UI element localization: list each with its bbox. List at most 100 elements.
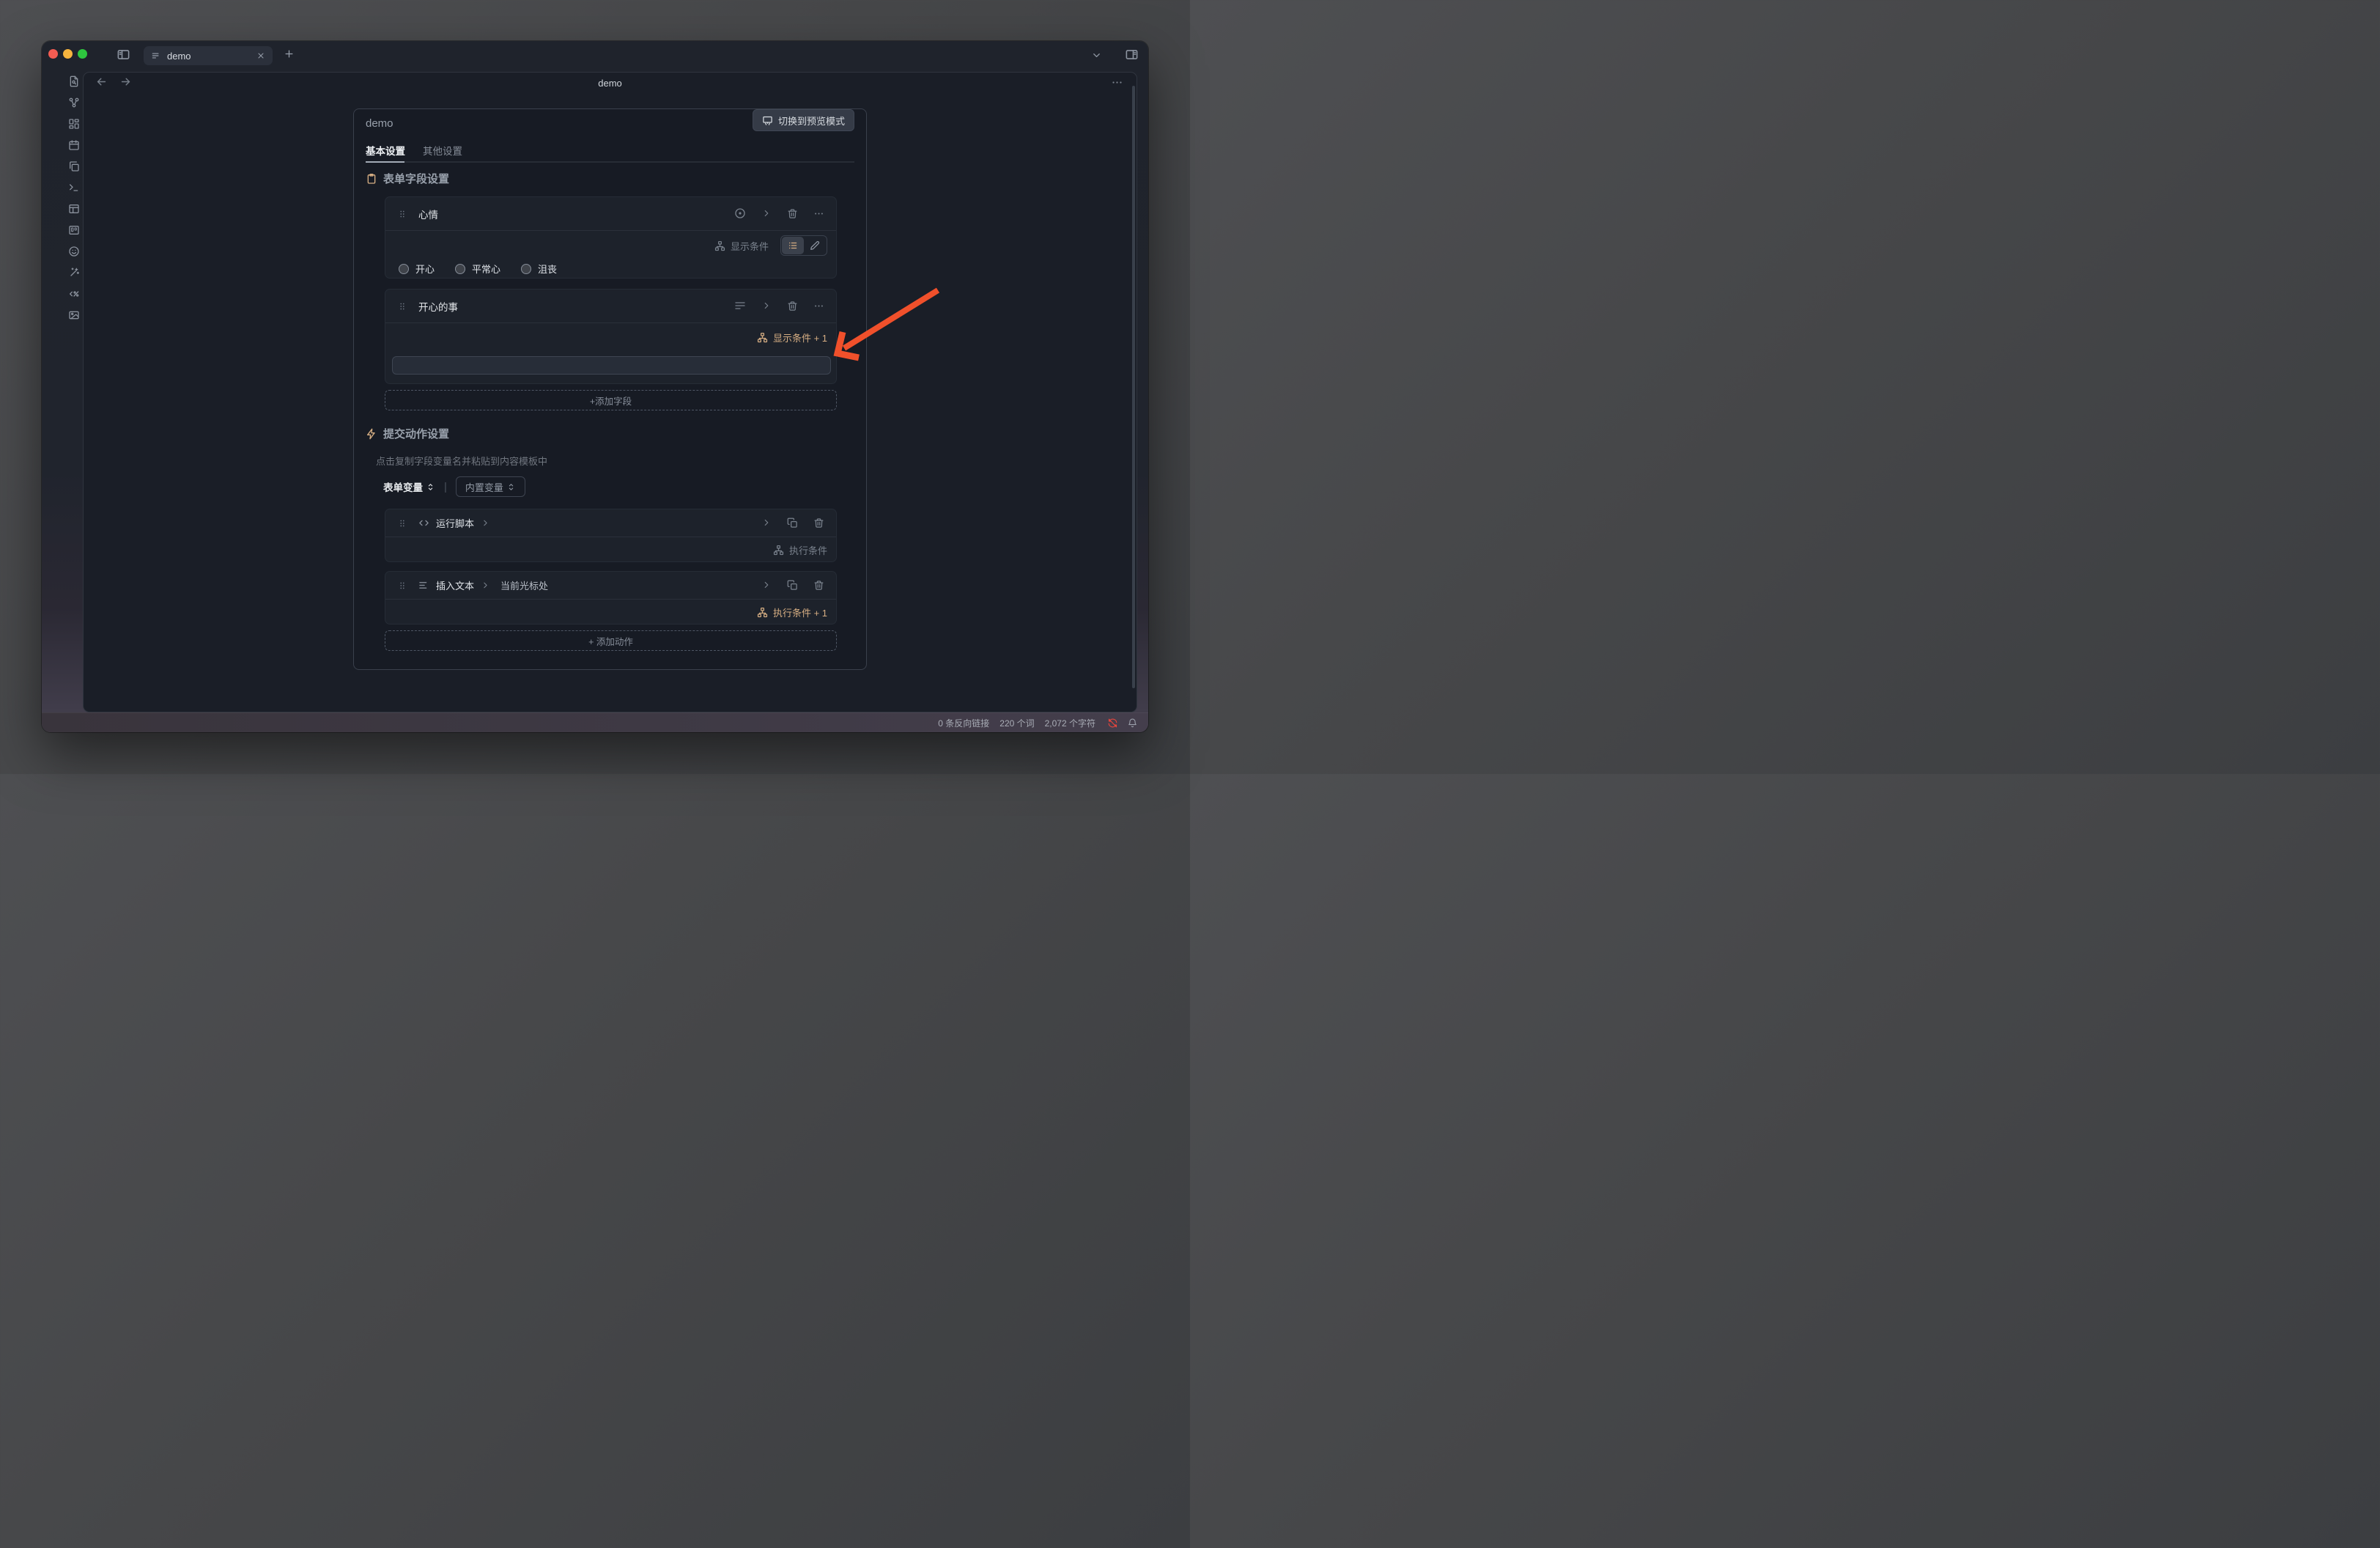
calendar-icon[interactable] [64, 134, 85, 155]
fields-section-header: 表单字段设置 [366, 171, 449, 186]
delete-field-icon[interactable] [787, 207, 798, 221]
terminal-icon[interactable] [64, 177, 85, 198]
magic-wand-icon[interactable] [64, 262, 85, 283]
drag-handle-icon[interactable] [397, 209, 407, 219]
field-card-mood: 心情 显示条件 [385, 196, 837, 279]
chevron-right-icon[interactable] [481, 580, 490, 590]
execute-condition-label[interactable]: 执行条件 [789, 543, 827, 557]
form-variables-dropdown[interactable]: 表单变量 [383, 479, 435, 494]
condition-tree-icon [714, 240, 725, 251]
condition-mode-toggle [780, 235, 827, 256]
actions-section-header: 提交动作设置 [366, 426, 449, 441]
action-label[interactable]: 运行脚本 [436, 516, 474, 530]
expand-field-icon[interactable] [761, 207, 772, 221]
monitor-icon [762, 115, 773, 126]
action-card-run-script: 运行脚本 执行条件 [385, 509, 837, 562]
toggle-right-sidebar-icon[interactable] [1125, 48, 1139, 62]
duplicate-action-icon[interactable] [787, 517, 798, 530]
tab-demo[interactable]: demo [144, 46, 273, 65]
ribbon [42, 70, 83, 325]
condition-tree-icon [773, 545, 784, 556]
chevrons-up-down-icon [506, 482, 516, 492]
file-search-icon[interactable] [64, 70, 85, 92]
radio-option-normal[interactable]: 平常心 [455, 262, 500, 276]
toggle-left-sidebar-icon[interactable] [117, 48, 130, 62]
list-mode-icon[interactable] [782, 237, 804, 254]
condition-tree-icon [757, 332, 768, 343]
separator: | [444, 481, 447, 493]
field-more-icon[interactable] [813, 207, 824, 221]
tabs-divider [366, 161, 854, 163]
field-default-value-input[interactable] [392, 356, 831, 375]
variables-row: 表单变量 | 内置变量 [383, 476, 525, 497]
delete-action-icon[interactable] [813, 579, 824, 592]
kanban-board-icon[interactable] [64, 219, 85, 240]
status-bar: 0 条反向链接 220 个词 2,072 个字符 [42, 712, 1148, 732]
field-more-icon[interactable] [813, 300, 824, 313]
expand-action-icon[interactable] [761, 517, 772, 530]
layout-dashboard-icon[interactable] [64, 113, 85, 134]
action-label[interactable]: 插入文本 [436, 578, 474, 592]
action-card-insert-text: 插入文本 当前光标处 执行条件 + 1 [385, 571, 837, 624]
delete-field-icon[interactable] [787, 300, 798, 313]
chevron-right-icon[interactable] [481, 518, 490, 528]
radio-icon[interactable] [399, 264, 409, 274]
radio-option-happy[interactable]: 开心 [399, 262, 435, 276]
lightning-icon [366, 428, 377, 440]
field-type-textarea-icon[interactable] [734, 300, 746, 313]
field-type-radio-icon[interactable] [734, 207, 746, 221]
drag-handle-icon[interactable] [397, 580, 407, 591]
layout-panels-icon[interactable] [64, 198, 85, 219]
display-condition-label[interactable]: 显示条件 [731, 239, 769, 253]
radio-option-sad[interactable]: 沮丧 [521, 262, 557, 276]
clipboard-icon [366, 173, 377, 185]
duplicate-action-icon[interactable] [787, 579, 798, 592]
copy-variable-hint: 点击复制字段变量名并粘贴到内容模板中 [376, 454, 547, 468]
active-tab-indicator [366, 161, 404, 163]
add-field-button[interactable]: +添加字段 [385, 390, 837, 410]
insert-target-label[interactable]: 当前光标处 [500, 578, 548, 592]
close-window-button[interactable] [48, 49, 58, 59]
delete-action-icon[interactable] [813, 517, 824, 530]
condition-tree-icon [757, 607, 768, 618]
execute-condition-count-label[interactable]: 执行条件 + 1 [773, 605, 827, 619]
expand-field-icon[interactable] [761, 300, 772, 313]
form-card: demo 切换到预览模式 基本设置 其他设置 表单字段设置 心情 [353, 108, 867, 670]
tab-other-settings[interactable]: 其他设置 [423, 143, 462, 158]
backlinks-count: 0 条反向链接 [938, 717, 989, 729]
radio-icon[interactable] [455, 264, 465, 274]
share-nodes-icon[interactable] [64, 92, 85, 113]
template-percent-icon[interactable] [64, 283, 85, 304]
vertical-scrollbar[interactable] [1132, 86, 1135, 688]
switch-preview-mode-button[interactable]: 切换到预览模式 [753, 109, 854, 131]
tab-close-icon[interactable] [256, 51, 265, 60]
pane-header: demo [84, 73, 1137, 95]
sync-disabled-icon[interactable] [1107, 717, 1118, 728]
add-action-button[interactable]: + 添加动作 [385, 630, 837, 651]
pane-title: demo [84, 78, 1137, 89]
copy-files-icon[interactable] [64, 155, 85, 177]
new-tab-button[interactable] [284, 48, 295, 61]
bell-icon[interactable] [1127, 717, 1138, 728]
zoom-window-button[interactable] [78, 49, 87, 59]
display-condition-count-label[interactable]: 显示条件 + 1 [773, 331, 827, 344]
tab-list-chevron-icon[interactable] [1091, 49, 1102, 62]
minimize-window-button[interactable] [63, 49, 73, 59]
edit-mode-icon[interactable] [804, 237, 826, 254]
titlebar: demo [42, 41, 1148, 70]
tab-label: demo [167, 51, 191, 62]
builtin-variables-dropdown[interactable]: 内置变量 [456, 476, 525, 497]
tab-basic-settings[interactable]: 基本设置 [366, 143, 405, 158]
note-list-icon [151, 51, 161, 61]
smile-icon[interactable] [64, 240, 85, 262]
image-icon[interactable] [64, 304, 85, 325]
drag-handle-icon[interactable] [397, 518, 407, 528]
code-icon [418, 517, 429, 528]
field-label: 开心的事 [418, 299, 458, 314]
align-left-icon [418, 580, 429, 591]
expand-action-icon[interactable] [761, 579, 772, 592]
drag-handle-icon[interactable] [397, 301, 407, 312]
radio-icon[interactable] [521, 264, 531, 274]
more-options-icon[interactable] [1111, 76, 1123, 89]
radio-options: 开心 平常心 沮丧 [385, 260, 836, 281]
